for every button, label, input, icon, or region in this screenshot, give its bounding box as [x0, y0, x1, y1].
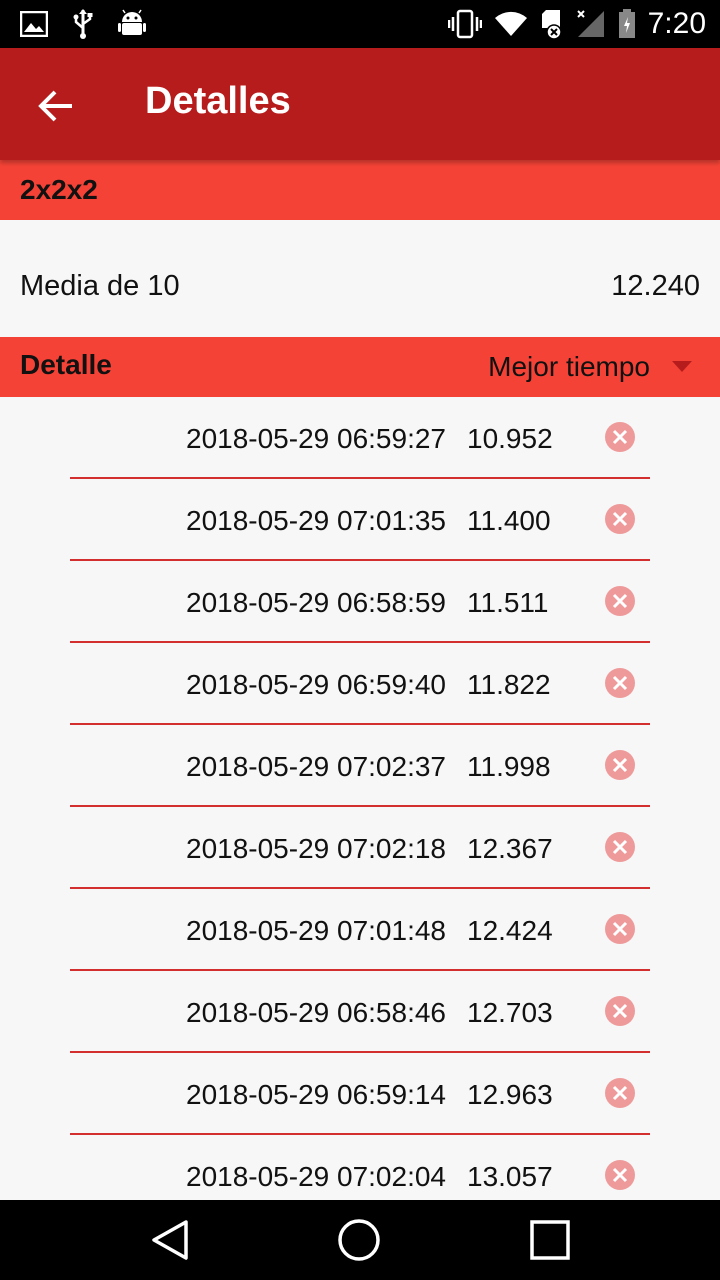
- solve-date: 2018-05-29 06:59:27: [186, 423, 446, 454]
- solve-time: 12.963: [467, 1079, 553, 1110]
- page-title: Detalles: [145, 80, 291, 122]
- arrow-back-icon: [38, 90, 74, 122]
- clock: 7:20: [647, 7, 706, 40]
- solve-date: 2018-05-29 06:58:46: [186, 997, 446, 1028]
- solve-time: 13.057: [467, 1161, 553, 1192]
- average-label: Media de 10: [20, 270, 180, 302]
- list-item: 2018-05-29 06:59:40 11.822: [0, 643, 720, 725]
- vibrate-icon: [447, 9, 482, 39]
- puzzle-name: 2x2x2: [20, 174, 98, 205]
- delete-icon[interactable]: [604, 749, 636, 781]
- average-value: 12.240: [611, 270, 700, 302]
- solve-time: 12.703: [467, 997, 553, 1028]
- detail-header: Detalle Mejor tiempo: [0, 337, 720, 397]
- solve-date: 2018-05-29 07:01:35: [186, 505, 446, 536]
- solve-date: 2018-05-29 06:59:14: [186, 1079, 446, 1110]
- delete-icon[interactable]: [604, 913, 636, 945]
- delete-icon[interactable]: [604, 421, 636, 453]
- app-bar: Detalles: [0, 48, 720, 160]
- puzzle-header: 2x2x2: [0, 160, 720, 220]
- list-item: 2018-05-29 06:59:27 10.952: [0, 397, 720, 479]
- recents-square-icon: [529, 1219, 571, 1261]
- delete-icon[interactable]: [604, 1159, 636, 1191]
- list-item: 2018-05-29 06:58:59 11.511: [0, 561, 720, 643]
- list-item: 2018-05-29 07:01:48 12.424: [0, 889, 720, 971]
- list-item: 2018-05-29 06:59:14 12.963: [0, 1053, 720, 1135]
- solve-date: 2018-05-29 07:02:37: [186, 751, 446, 782]
- nav-back-button[interactable]: [140, 1214, 200, 1266]
- solve-date: 2018-05-29 07:02:04: [186, 1161, 446, 1192]
- nav-recents-button[interactable]: [520, 1214, 580, 1266]
- detail-title: Detalle: [20, 349, 112, 380]
- image-icon: [20, 11, 48, 37]
- nav-home-button[interactable]: [329, 1214, 389, 1266]
- battery-icon: [618, 9, 636, 39]
- delete-icon[interactable]: [604, 995, 636, 1027]
- list-item: 2018-05-29 07:01:35 11.400: [0, 479, 720, 561]
- solve-time: 12.424: [467, 915, 553, 946]
- home-circle-icon: [337, 1218, 381, 1262]
- solve-date: 2018-05-29 07:01:48: [186, 915, 446, 946]
- solve-date: 2018-05-29 06:59:40: [186, 669, 446, 700]
- list-item: 2018-05-29 07:02:37 11.998: [0, 725, 720, 807]
- dropdown-arrow-icon: [672, 361, 692, 373]
- back-button[interactable]: [28, 78, 84, 134]
- sort-selected-label: Mejor tiempo: [488, 351, 650, 382]
- list-item: 2018-05-29 06:58:46 12.703: [0, 971, 720, 1053]
- list-item: 2018-05-29 07:02:18 12.367: [0, 807, 720, 889]
- solve-date: 2018-05-29 07:02:18: [186, 833, 446, 864]
- sort-dropdown[interactable]: Mejor tiempo: [488, 351, 692, 383]
- solve-time: 11.822: [467, 669, 551, 700]
- solve-time: 11.511: [467, 587, 549, 618]
- list-item: 2018-05-29 07:02:04 13.057: [0, 1135, 720, 1200]
- solve-date: 2018-05-29 06:58:59: [186, 587, 446, 618]
- navigation-bar: [0, 1200, 720, 1280]
- sd-card-icon: [540, 8, 564, 40]
- status-bar: 7:20: [0, 0, 720, 48]
- usb-icon: [72, 8, 94, 40]
- android-icon: [118, 9, 146, 39]
- delete-icon[interactable]: [604, 503, 636, 535]
- solves-list[interactable]: 2018-05-29 06:59:27 10.952 2018-05-29 07…: [0, 397, 720, 1200]
- delete-icon[interactable]: [604, 585, 636, 617]
- wifi-icon: [494, 11, 528, 37]
- back-triangle-icon: [150, 1219, 190, 1261]
- solve-time: 10.952: [467, 423, 553, 454]
- solve-time: 11.998: [467, 751, 551, 782]
- average-row: Media de 10 12.240: [0, 220, 720, 337]
- solve-time: 12.367: [467, 833, 553, 864]
- delete-icon[interactable]: [604, 831, 636, 863]
- solve-time: 11.400: [467, 505, 551, 536]
- delete-icon[interactable]: [604, 667, 636, 699]
- delete-icon[interactable]: [604, 1077, 636, 1109]
- signal-icon: [576, 9, 606, 39]
